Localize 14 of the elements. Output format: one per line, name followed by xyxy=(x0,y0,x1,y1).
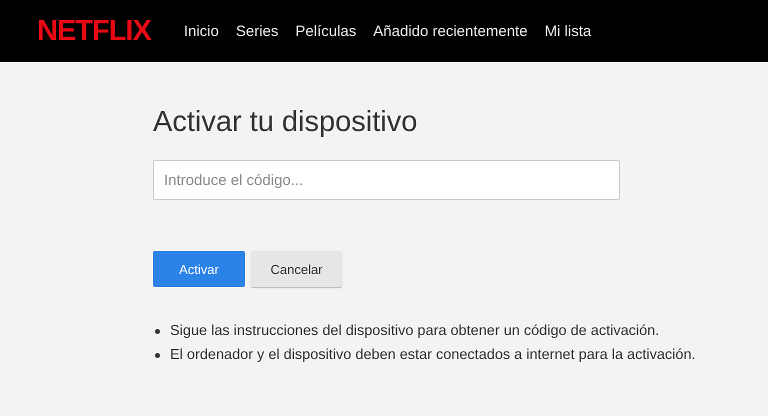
bullet-icon xyxy=(155,352,160,358)
code-input-field[interactable]: Introduce el código... xyxy=(153,160,620,200)
nav-link[interactable]: Añadido recientemente xyxy=(373,22,528,40)
page-title: Activar tu dispositivo xyxy=(153,105,418,140)
logo[interactable]: NETFLIX xyxy=(37,12,153,50)
nav-link[interactable]: Series xyxy=(236,22,278,40)
instruction-text: Sigue las instrucciones del dispositivo para obtener un código de activación. xyxy=(170,322,660,340)
activate-button[interactable]: Activar xyxy=(153,251,245,287)
nav-link[interactable]: Inicio xyxy=(184,22,219,40)
instruction-text: El ordenador y el dispositivo deben estar conectados a internet para la activación. xyxy=(170,346,696,364)
cancel-button[interactable]: Cancelar xyxy=(251,251,342,287)
bullet-icon xyxy=(155,328,160,334)
nav-link[interactable]: Películas xyxy=(295,22,356,40)
nav-link[interactable]: Mi lista xyxy=(544,22,592,40)
